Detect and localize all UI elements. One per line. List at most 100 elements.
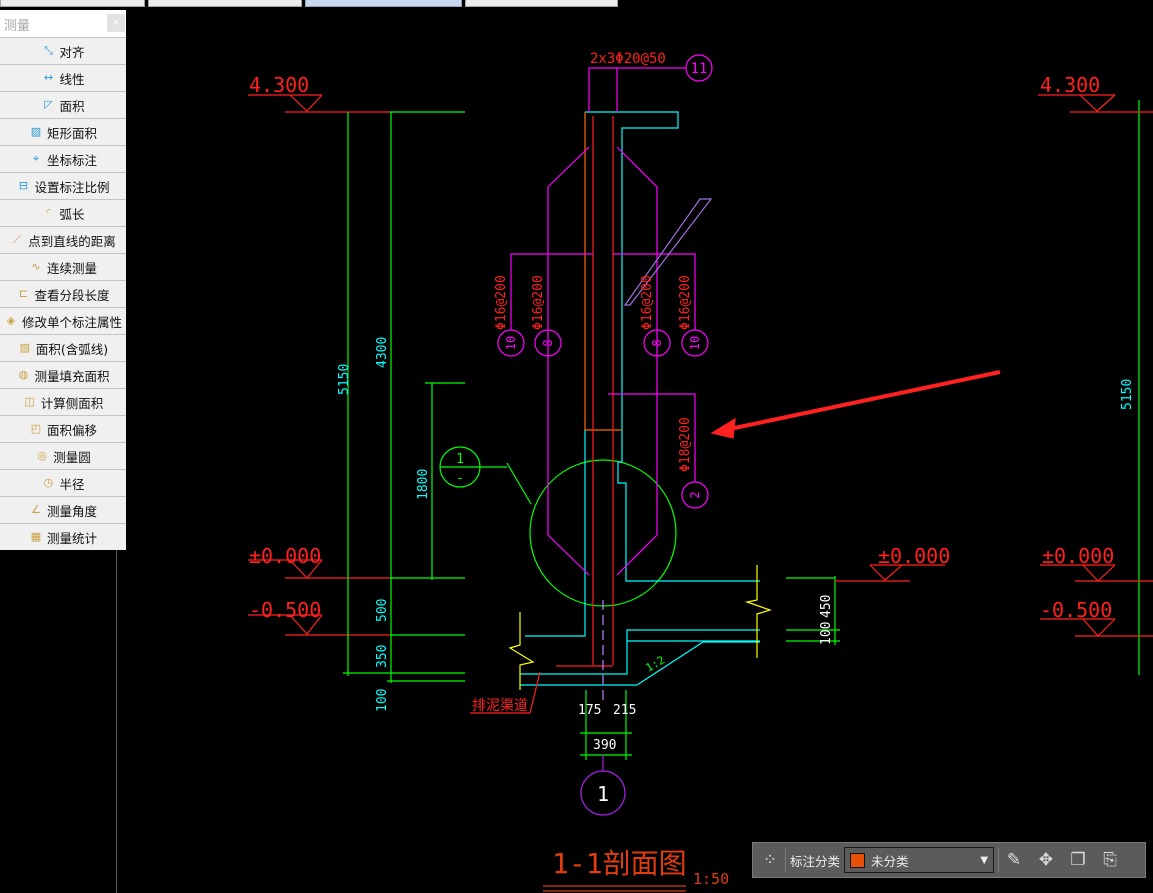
measure-item-label: 修改单个标注属性 bbox=[21, 314, 122, 330]
measure-item-label: 面积(含弧线) bbox=[35, 341, 109, 357]
panel-header: 测量 × bbox=[0, 10, 126, 37]
divider bbox=[785, 848, 786, 872]
copy-icon[interactable]: ❐ bbox=[1067, 849, 1089, 871]
edit-dimension-icon: ◈ bbox=[6, 314, 16, 327]
measure-item-label: 面积 bbox=[59, 98, 85, 114]
dim-390: 390 bbox=[593, 738, 616, 753]
break-lines bbox=[508, 565, 772, 690]
dim-215: 215 bbox=[613, 703, 636, 718]
measure-item-15[interactable]: ◎ 测量圆 bbox=[0, 442, 126, 469]
area-offset-icon: ◰ bbox=[30, 422, 42, 435]
area-icon: ◸ bbox=[44, 98, 53, 111]
level-zero-right: ±0.000 bbox=[1042, 544, 1114, 568]
grid-icon[interactable]: ⁘ bbox=[759, 849, 781, 871]
measure-item-14[interactable]: ◰ 面积偏移 bbox=[0, 415, 126, 442]
measure-item-label: 半径 bbox=[59, 476, 85, 492]
rect-area-icon: ▨ bbox=[30, 125, 42, 138]
statistics-icon: ▦ bbox=[30, 530, 42, 543]
measure-item-5[interactable]: ⊟ 设置标注比例 bbox=[0, 172, 126, 199]
category-label: 标注分类 bbox=[790, 853, 841, 869]
measure-item-0[interactable]: ⤡ 对齐 bbox=[0, 37, 126, 64]
measure-item-7[interactable]: ⟋ 点到直线的距离 bbox=[0, 226, 126, 253]
continuous-measure-icon: ∿ bbox=[31, 260, 41, 273]
angle-icon: ∠ bbox=[31, 503, 41, 516]
paste-icon[interactable]: ⎘ bbox=[1099, 849, 1121, 871]
section-title: 1-1剖面图 bbox=[552, 847, 687, 880]
segment-length-icon: ⊏ bbox=[18, 287, 29, 300]
rebar-phi16-1: Φ16@200 bbox=[494, 275, 509, 330]
level-minus-left: -0.500 bbox=[249, 598, 321, 622]
measure-item-13[interactable]: ◫ 计算侧面积 bbox=[0, 388, 126, 415]
measure-item-3[interactable]: ▨ 矩形面积 bbox=[0, 118, 126, 145]
dim-5150: 5150 bbox=[337, 364, 352, 395]
channel-label: 排泥渠道 bbox=[472, 698, 528, 714]
concrete-outline bbox=[520, 111, 760, 686]
rebar-phi16-3: Φ16@200 bbox=[640, 275, 655, 330]
measure-item-11[interactable]: ▨ 面积(含弧线) bbox=[0, 334, 126, 361]
cad-canvas[interactable]: 4.300 ±0.000 -0.500 4.300 ±0.000 ±0.000 … bbox=[0, 0, 1153, 893]
hatch-area-icon: ◍ bbox=[18, 368, 29, 381]
measure-item-10[interactable]: ◈ 修改单个标注属性 bbox=[0, 307, 126, 334]
measure-item-2[interactable]: ◸ 面积 bbox=[0, 91, 126, 118]
measure-item-label: 测量角度 bbox=[46, 503, 97, 519]
rebar-phi18: Φ18@200 bbox=[678, 417, 693, 472]
rebar-tag-8-left: 8 bbox=[541, 339, 555, 346]
dim-500: 500 bbox=[375, 599, 390, 622]
level-minus-right: -0.500 bbox=[1040, 598, 1112, 622]
dim-4300: 4300 bbox=[375, 337, 390, 368]
measure-item-label: 计算侧面积 bbox=[40, 395, 104, 411]
red-arrow-annotation bbox=[710, 370, 1001, 439]
dim-100-right: 100 bbox=[819, 622, 834, 645]
scale-ruler-icon: ⊟ bbox=[18, 179, 29, 192]
dim-5150-right: 5150 bbox=[1120, 379, 1135, 410]
measure-item-label: 设置标注比例 bbox=[34, 179, 110, 195]
measure-item-label: 查看分段长度 bbox=[34, 287, 110, 303]
dimension-lines-left bbox=[343, 100, 1140, 760]
measure-item-12[interactable]: ◍ 测量填充面积 bbox=[0, 361, 126, 388]
measure-item-8[interactable]: ∿ 连续测量 bbox=[0, 253, 126, 280]
measure-item-label: 坐标标注 bbox=[46, 152, 97, 168]
side-area-icon: ◫ bbox=[24, 395, 35, 408]
rebar-phi16-2: Φ16@200 bbox=[531, 275, 546, 330]
measure-item-label: 面积偏移 bbox=[46, 422, 97, 438]
measure-item-label: 测量圆 bbox=[53, 449, 91, 465]
level-top-right: 4.300 bbox=[1040, 73, 1100, 97]
axis-tag-number: 1 bbox=[597, 782, 609, 806]
rebar-tag-10-left: 10 bbox=[504, 336, 518, 350]
level-marks-right bbox=[470, 94, 1153, 892]
dim-175: 175 bbox=[578, 703, 601, 718]
edit-icon[interactable]: ✎ bbox=[1003, 849, 1025, 871]
dim-450: 450 bbox=[819, 595, 834, 618]
inclined-member bbox=[623, 198, 713, 306]
panel-close-button[interactable]: × bbox=[107, 14, 125, 32]
chevron-down-icon: ▼ bbox=[980, 854, 989, 866]
arc-length-icon: ◜ bbox=[46, 206, 51, 219]
detail-tag-sheet: - bbox=[456, 471, 464, 486]
dim-350: 350 bbox=[375, 645, 390, 668]
measure-item-18[interactable]: ▦ 测量统计 bbox=[0, 523, 126, 550]
slope-label: 1:2 bbox=[643, 653, 667, 674]
measure-item-6[interactable]: ◜ 弧长 bbox=[0, 199, 126, 226]
dim-1800: 1800 bbox=[416, 469, 431, 500]
panel-edge bbox=[116, 550, 117, 893]
coordinate-icon: ⌖ bbox=[32, 152, 40, 165]
measure-item-16[interactable]: ◷ 半径 bbox=[0, 469, 126, 496]
measure-circle-icon: ◎ bbox=[37, 449, 48, 462]
measure-item-label: 弧长 bbox=[59, 206, 85, 222]
measure-item-label: 测量统计 bbox=[46, 530, 97, 546]
measure-item-label: 对齐 bbox=[59, 44, 85, 60]
section-scale: 1:50 bbox=[693, 870, 729, 888]
measure-item-1[interactable]: ↔ 线性 bbox=[0, 64, 126, 91]
point-line-distance-icon: ⟋ bbox=[13, 233, 22, 246]
rebar-tag-2: 2 bbox=[688, 491, 702, 498]
rebar-top-spec: 2x3Φ20@50 bbox=[590, 51, 666, 67]
measure-item-17[interactable]: ∠ 测量角度 bbox=[0, 496, 126, 523]
measure-item-label: 连续测量 bbox=[46, 260, 97, 276]
measure-item-9[interactable]: ⊏ 查看分段长度 bbox=[0, 280, 126, 307]
measure-item-label: 矩形面积 bbox=[46, 125, 97, 141]
move-icon[interactable]: ✥ bbox=[1035, 849, 1057, 871]
align-dimension-icon: ⤡ bbox=[44, 44, 53, 57]
category-select[interactable]: 未分类 ▼ bbox=[844, 847, 995, 873]
rebar-phi16-4: Φ16@200 bbox=[678, 275, 693, 330]
measure-item-4[interactable]: ⌖ 坐标标注 bbox=[0, 145, 126, 172]
